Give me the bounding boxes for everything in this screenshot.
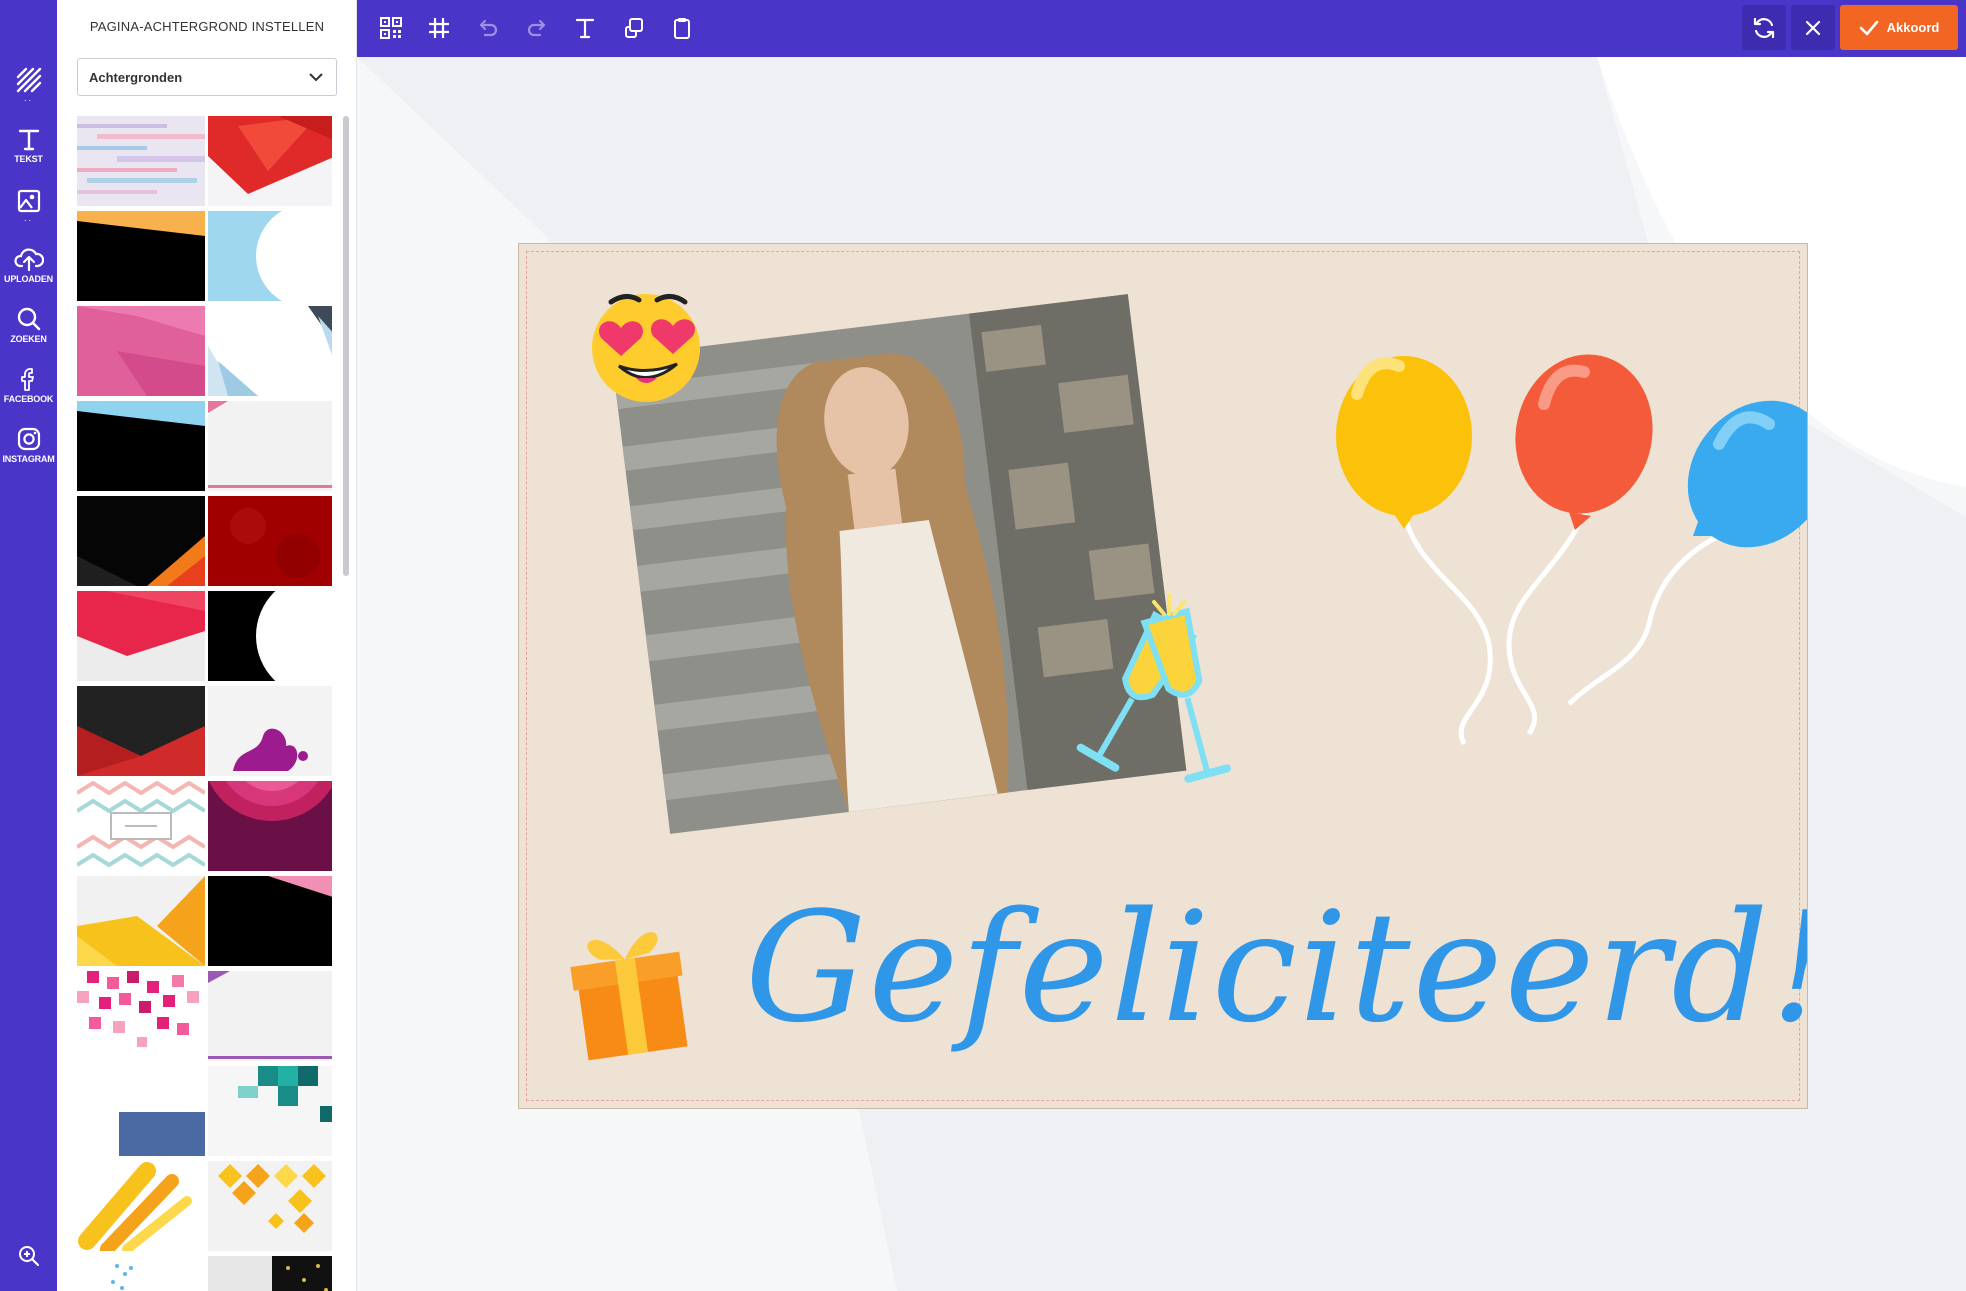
thumbnail-pink-angular[interactable] — [77, 306, 205, 396]
thumbnail-chevron-pattern[interactable] — [77, 781, 205, 871]
thumbnail-yellow-brush[interactable] — [77, 1161, 205, 1251]
rail-item-text[interactable]: TEKST — [0, 126, 57, 164]
close-icon — [1805, 20, 1821, 35]
heart-eyes-emoji-sticker[interactable] — [581, 286, 711, 406]
thumbnail-pink-pixels[interactable] — [77, 971, 205, 1061]
background-panel: PAGINA-ACHTERGROND INSTELLEN Achtergrond… — [57, 0, 357, 1291]
refresh-button[interactable] — [1742, 5, 1786, 50]
thumbnail-teal-squares[interactable] — [208, 1066, 332, 1156]
close-button[interactable] — [1791, 5, 1835, 50]
background-thumbnail-grid — [77, 116, 332, 1291]
rail-item-instagram[interactable]: INSTAGRAM — [0, 426, 57, 464]
thumbnail-yellow-diamonds[interactable] — [208, 1161, 332, 1251]
thumbnail-white-blue-block[interactable] — [77, 1066, 205, 1156]
thumbnail-black-orange-corner[interactable] — [77, 496, 205, 586]
greeting-text[interactable]: Gefeliciteerd! — [745, 892, 1807, 1044]
chevron-down-icon — [309, 73, 323, 82]
layers-icon — [625, 18, 643, 38]
thumbnail-lightblue-white-circle[interactable] — [208, 211, 332, 301]
thumbnail-black-white-curve[interactable] — [208, 591, 332, 681]
text-icon — [575, 18, 595, 39]
panel-scrollbar[interactable] — [343, 116, 349, 576]
gift-box-sticker[interactable] — [564, 914, 694, 1064]
rail-item-search[interactable]: ZOEKEN — [0, 306, 57, 344]
top-toolbar — [357, 0, 1966, 57]
thumbnail-purple-arcs[interactable] — [208, 781, 332, 871]
thumbnail-purple-splash[interactable] — [208, 686, 332, 776]
facebook-icon — [20, 368, 34, 391]
thumbnail-dark-red-texture[interactable] — [208, 496, 332, 586]
upload-icon — [13, 248, 44, 272]
add-text-button[interactable] — [568, 11, 602, 45]
grid-button[interactable] — [422, 11, 456, 45]
rail-item-patterns[interactable]: .. — [0, 66, 57, 103]
layers-button[interactable] — [617, 11, 651, 45]
thumbnail-white-pink-line[interactable] — [208, 401, 332, 491]
checkmark-icon — [1859, 20, 1878, 35]
undo-button[interactable] — [471, 11, 505, 45]
rail-label-search: ZOEKEN — [10, 334, 47, 344]
rail-label-facebook: FACEBOOK — [3, 394, 54, 404]
rail-item-dots: .. — [23, 213, 33, 223]
thumbnail-orange-black-diagonal[interactable] — [77, 211, 205, 301]
champagne-glasses-sticker[interactable] — [1059, 594, 1249, 814]
rail-item-upload[interactable]: UPLOADEN — [0, 246, 57, 284]
thumbnail-dark-red-fold[interactable] — [77, 686, 205, 776]
rail-item-dots: .. — [23, 93, 33, 103]
zoom-in-icon — [18, 1246, 39, 1267]
grid-icon — [429, 18, 449, 38]
redo-icon — [527, 19, 546, 37]
clipboard-button[interactable] — [665, 11, 699, 45]
thumbnail-yellow-polygon[interactable] — [77, 876, 205, 966]
thumbnail-white-blue-dots[interactable] — [77, 1256, 205, 1291]
instagram-icon — [17, 427, 40, 451]
rail-item-facebook[interactable]: FACEBOOK — [0, 366, 57, 404]
accept-button[interactable]: Akkoord — [1840, 5, 1958, 50]
thumbnail-red-polygon[interactable] — [208, 116, 332, 206]
select-value: Achtergronden — [89, 69, 183, 85]
text-icon — [18, 129, 39, 151]
balloons-sticker[interactable] — [1299, 324, 1808, 764]
zoom-button[interactable] — [0, 1244, 57, 1268]
qr-code-button[interactable] — [374, 11, 408, 45]
undo-icon — [479, 19, 498, 37]
editor-app: .. TEKST .. UPLOADEN ZOEKEN FACEBOOK INS… — [0, 0, 1966, 1291]
rail-label-instagram: INSTAGRAM — [2, 454, 55, 464]
rail-label-text: TEKST — [14, 154, 43, 164]
image-icon — [17, 189, 40, 213]
thumbnail-blue-black-diagonal[interactable] — [77, 401, 205, 491]
accept-label: Akkoord — [1886, 20, 1940, 35]
panel-title: PAGINA-ACHTERGROND INSTELLEN — [89, 19, 325, 34]
background-category-select[interactable]: Achtergronden — [77, 58, 337, 96]
greeting-card[interactable]: Gefeliciteerd! — [518, 243, 1808, 1109]
rail-item-images[interactable]: .. — [0, 188, 57, 223]
clipboard-icon — [674, 18, 690, 39]
thumbnail-black-pink-diagonal[interactable] — [208, 876, 332, 966]
thumbnail-gray-black-dots[interactable] — [208, 1256, 332, 1291]
qr-code-icon — [380, 17, 402, 39]
refresh-icon — [1753, 17, 1775, 38]
thumbnail-white-purple-lines[interactable] — [208, 971, 332, 1061]
thumbnail-red-white-polygon[interactable] — [77, 591, 205, 681]
canvas-workspace[interactable]: Gefeliciteerd! — [357, 57, 1966, 1291]
redo-button[interactable] — [520, 11, 554, 45]
search-icon — [17, 307, 40, 331]
pattern-icon — [16, 67, 41, 93]
thumbnail-white-geometric-corner[interactable] — [208, 306, 332, 396]
rail-label-upload: UPLOADEN — [4, 274, 53, 284]
side-rail: .. TEKST .. UPLOADEN ZOEKEN FACEBOOK INS… — [0, 0, 57, 1291]
thumbnail-pastel-streaks[interactable] — [77, 116, 205, 206]
